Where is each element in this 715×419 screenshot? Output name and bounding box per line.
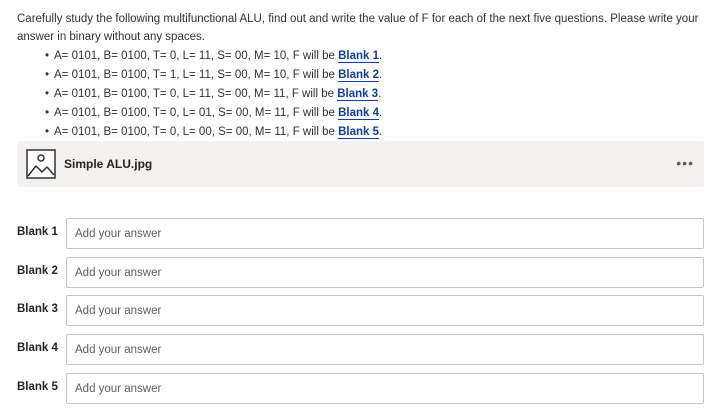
more-options-icon[interactable]: ••• [676,155,694,171]
attachment-filename[interactable]: Simple ALU.jpg [64,157,152,171]
answer-input-3[interactable] [66,295,704,326]
blank-link-5[interactable]: Blank 5 [338,126,379,139]
bullet: • [45,50,50,62]
image-file-icon [26,149,56,179]
question-item: • A= 0101, B= 0100, T= 0, L= 11, S= 00, M… [45,47,707,66]
item-end: . [378,88,382,100]
bullet: • [45,107,50,119]
answer-input-5[interactable] [66,373,704,404]
blank-link-4[interactable]: Blank 4 [338,107,379,120]
answer-input-1[interactable] [66,218,704,249]
answer-label-3: Blank 3 [17,303,58,315]
item-end: . [379,50,383,62]
question-item: • A= 0101, B= 0100, T= 0, L= 01, S= 00, M… [45,104,707,123]
answer-input-4[interactable] [66,334,704,365]
item-text: A= 0101, B= 0100, T= 0, L= 01, S= 00, M=… [54,107,339,119]
answer-label-4: Blank 4 [17,342,58,354]
item-text: A= 0101, B= 0100, T= 1, L= 11, S= 00, M=… [54,69,339,81]
item-text: A= 0101, B= 0100, T= 0, L= 11, S= 00, M=… [54,88,338,100]
answer-label-2: Blank 2 [17,265,58,277]
item-end: . [379,126,383,138]
question-block: Carefully study the following multifunct… [17,10,707,142]
bullet: • [45,69,50,81]
question-items: • A= 0101, B= 0100, T= 0, L= 11, S= 00, M… [17,47,707,142]
blank-link-2[interactable]: Blank 2 [338,69,379,82]
item-end: . [379,107,383,119]
answer-row-4: Blank 4 [17,334,704,365]
answer-row-5: Blank 5 [17,373,704,404]
answer-input-2[interactable] [66,257,704,288]
item-text: A= 0101, B= 0100, T= 0, L= 00, S= 00, M=… [54,126,339,138]
answer-row-1: Blank 1 [17,218,704,249]
question-text: Carefully study the following multifunct… [17,13,699,43]
answer-row-2: Blank 2 [17,257,704,288]
attachment-card[interactable]: Simple ALU.jpg ••• [17,141,704,187]
item-end: . [379,69,383,81]
question-item: • A= 0101, B= 0100, T= 1, L= 11, S= 00, M… [45,66,707,85]
answer-label-1: Blank 1 [17,226,58,238]
answer-row-3: Blank 3 [17,295,704,326]
bullet: • [45,88,50,100]
item-text: A= 0101, B= 0100, T= 0, L= 11, S= 00, M=… [54,50,339,62]
question-item: • A= 0101, B= 0100, T= 0, L= 11, S= 00, M… [45,85,707,104]
blank-link-1[interactable]: Blank 1 [338,50,379,63]
bullet: • [45,126,50,138]
question-item: • A= 0101, B= 0100, T= 0, L= 00, S= 00, M… [45,123,707,142]
answer-label-5: Blank 5 [17,381,58,393]
blank-link-3[interactable]: Blank 3 [337,88,379,101]
